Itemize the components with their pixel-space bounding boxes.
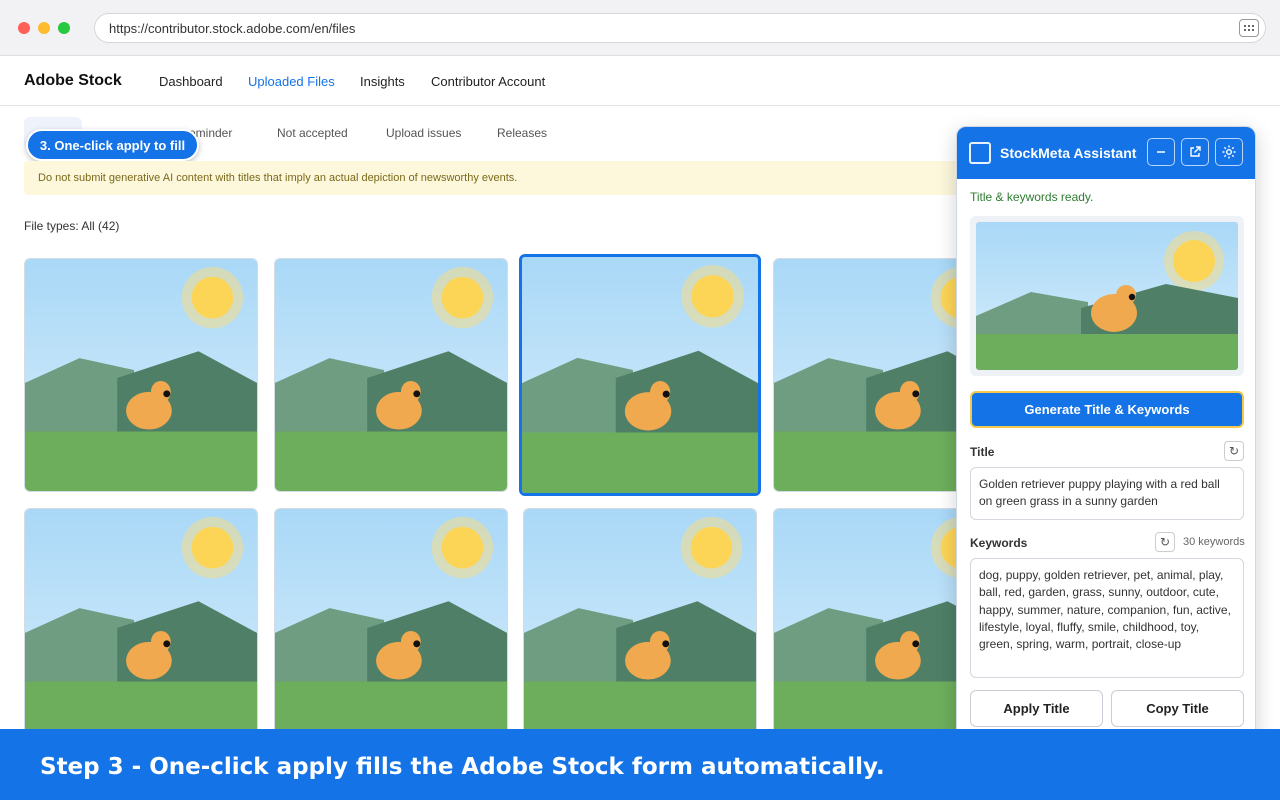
top-navigation: Adobe Stock Dashboard Uploaded Files Ins… <box>0 56 1280 106</box>
nav-insights[interactable]: Insights <box>360 74 405 89</box>
tab-upload-issues[interactable]: Upload issues <box>386 126 461 140</box>
stockmeta-panel: StockMeta Assistant Title & keywords rea… <box>956 126 1256 746</box>
external-link-icon[interactable] <box>1181 138 1209 166</box>
minimize-window-button[interactable] <box>38 22 50 34</box>
minimize-icon[interactable] <box>1147 138 1175 166</box>
app-logo-icon <box>969 142 991 164</box>
browser-chrome: https://contributor.stock.adobe.com/en/f… <box>0 0 1280 56</box>
keywords-count: 30 keywords <box>1183 536 1245 548</box>
gear-icon[interactable] <box>1215 138 1243 166</box>
apply-title-button[interactable]: Apply Title <box>970 690 1103 727</box>
regenerate-title-icon[interactable]: ↻ <box>1224 441 1244 461</box>
panel-title: StockMeta Assistant <box>1000 145 1137 161</box>
file-thumbnail[interactable] <box>523 508 757 742</box>
file-thumbnail[interactable] <box>24 508 258 742</box>
step-banner: Step 3 - One-click apply fills the Adobe… <box>0 729 1280 800</box>
nav-contributor-account[interactable]: Contributor Account <box>431 74 545 89</box>
file-thumbnail[interactable] <box>519 254 761 496</box>
extension-icon[interactable] <box>1239 19 1259 37</box>
maximize-window-button[interactable] <box>58 22 70 34</box>
file-thumbnail[interactable] <box>274 258 508 492</box>
tab-releases[interactable]: Releases <box>497 126 547 140</box>
copy-title-button[interactable]: Copy Title <box>1111 690 1244 727</box>
warning-banner: Do not submit generative AI content with… <box>24 161 964 195</box>
nav-uploaded-files[interactable]: Uploaded Files <box>248 74 335 89</box>
url-text: https://contributor.stock.adobe.com/en/f… <box>109 21 356 36</box>
regenerate-keywords-icon[interactable]: ↻ <box>1155 532 1175 552</box>
file-thumbnail[interactable] <box>274 508 508 742</box>
step-tooltip-pill: 3. One-click apply to fill <box>26 129 199 161</box>
tab-not-accepted[interactable]: Not accepted <box>277 126 348 140</box>
panel-header: StockMeta Assistant <box>957 127 1255 179</box>
image-preview <box>970 216 1244 376</box>
title-textarea[interactable]: Golden retriever puppy playing with a re… <box>970 467 1244 520</box>
keywords-textarea[interactable]: dog, puppy, golden retriever, pet, anima… <box>970 558 1244 678</box>
nav-dashboard[interactable]: Dashboard <box>159 74 223 89</box>
generate-title-keywords-button[interactable]: Generate Title & Keywords <box>970 391 1244 428</box>
close-window-button[interactable] <box>18 22 30 34</box>
brand-logo-text: Adobe Stock <box>24 72 122 89</box>
address-bar[interactable]: https://contributor.stock.adobe.com/en/f… <box>94 13 1266 43</box>
file-types-filter[interactable]: File types: All (42) <box>24 219 119 233</box>
keywords-label: Keywords <box>970 536 1028 550</box>
step-banner-text: Step 3 - One-click apply fills the Adobe… <box>40 754 885 780</box>
file-thumbnail[interactable] <box>24 258 258 492</box>
preview-image <box>976 222 1238 370</box>
title-label: Title <box>970 445 995 459</box>
status-message: Title & keywords ready. <box>970 190 1094 204</box>
